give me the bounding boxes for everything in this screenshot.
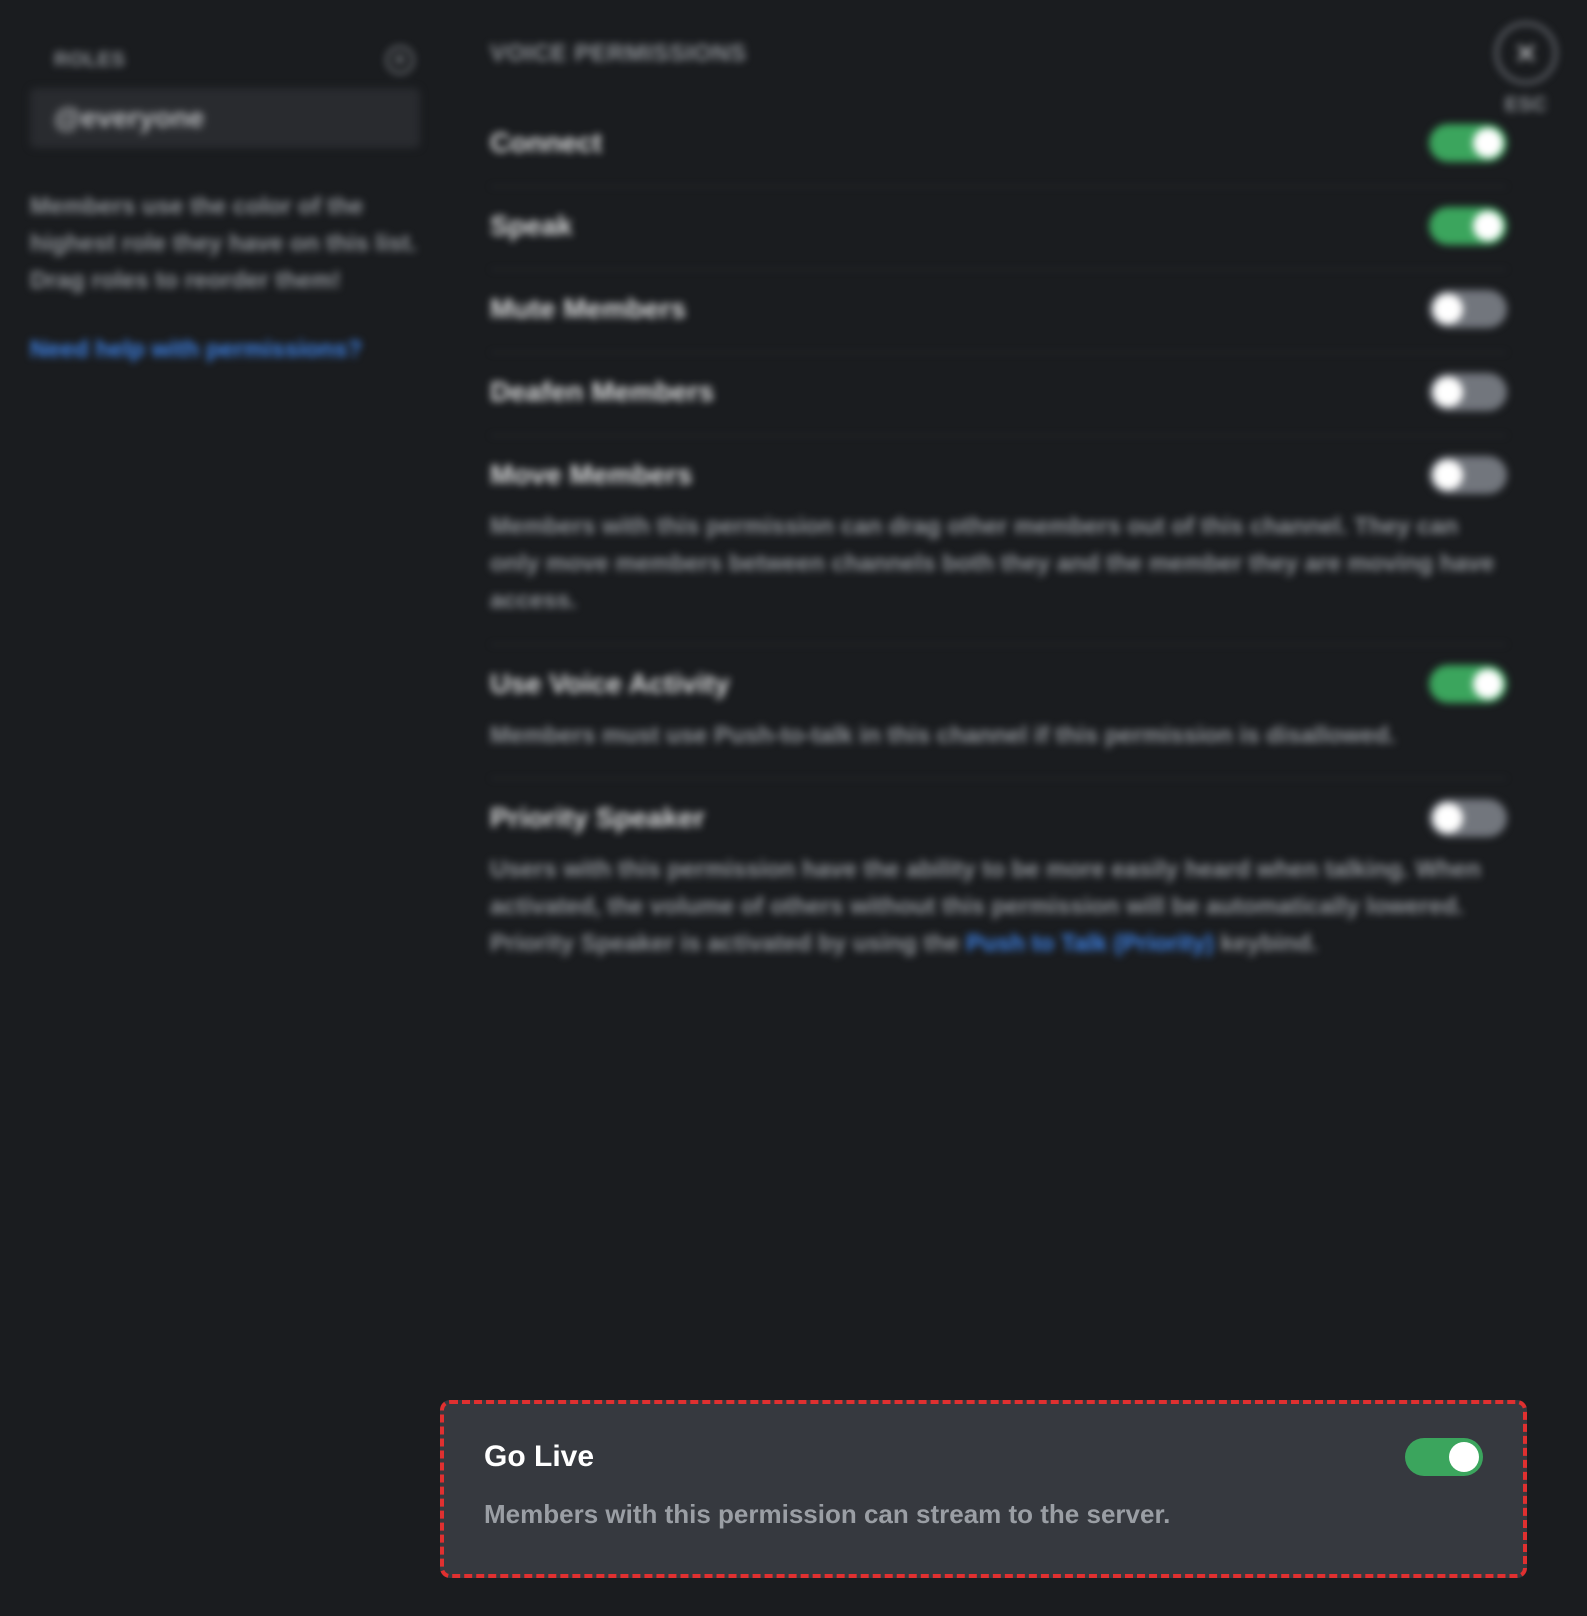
perm-go-live-title: Go Live (484, 1440, 594, 1474)
perm-use-voice-activity: Use Voice Activity Members must use Push… (490, 645, 1507, 779)
perm-deafen-members-title: Deafen Members (490, 376, 714, 408)
perm-mute-members: Mute Members (490, 270, 1507, 353)
perm-speak: Speak (490, 187, 1507, 270)
perm-use-voice-activity-title: Use Voice Activity (490, 668, 730, 700)
perm-deafen-members-toggle[interactable] (1429, 373, 1507, 411)
perm-move-members-title: Move Members (490, 459, 692, 491)
perm-move-members-desc: Members with this permission can drag ot… (490, 508, 1507, 620)
perm-use-voice-activity-toggle[interactable] (1429, 665, 1507, 703)
perm-move-members-toggle[interactable] (1429, 456, 1507, 494)
perm-priority-speaker-title: Priority Speaker (490, 802, 705, 834)
perm-connect-toggle[interactable] (1429, 124, 1507, 162)
perm-connect: Connect (490, 104, 1507, 187)
close-button[interactable] (1495, 22, 1557, 84)
roles-sidebar: ROLES + @everyone Members use the color … (0, 20, 450, 1616)
role-everyone[interactable]: @everyone (30, 88, 420, 148)
perm-speak-toggle[interactable] (1429, 207, 1507, 245)
perm-priority-speaker-desc: Users with this permission have the abil… (490, 851, 1507, 963)
perm-priority-speaker: Priority Speaker Users with this permiss… (490, 779, 1507, 987)
esc-label: ESC (1505, 94, 1548, 117)
perm-go-live-desc: Members with this permission can stream … (484, 1494, 1483, 1534)
close-button-group: ESC (1495, 22, 1557, 117)
perm-mute-members-toggle[interactable] (1429, 290, 1507, 328)
permissions-panel: VOICE PERMISSIONS Connect Speak Mute Mem… (450, 20, 1587, 1616)
perm-use-voice-activity-desc: Members must use Push-to-talk in this ch… (490, 717, 1507, 754)
perm-deafen-members: Deafen Members (490, 353, 1507, 436)
perm-speak-title: Speak (490, 210, 573, 242)
perm-go-live-toggle[interactable] (1405, 1438, 1483, 1476)
perm-connect-title: Connect (490, 127, 602, 159)
roles-sidebar-description: Members use the color of the highest rol… (30, 188, 420, 300)
permissions-help-link[interactable]: Need help with permissions? (30, 336, 420, 364)
voice-permissions-title: VOICE PERMISSIONS (490, 40, 1507, 68)
perm-go-live-highlight: Go Live Members with this permission can… (440, 1400, 1527, 1578)
perm-priority-speaker-desc-after: keybind. (1214, 930, 1318, 957)
push-to-talk-link[interactable]: Push to Talk (Priority) (966, 930, 1214, 957)
close-icon (1513, 40, 1539, 66)
roles-header-label: ROLES (54, 49, 125, 72)
add-role-icon[interactable]: + (386, 46, 414, 74)
perm-mute-members-title: Mute Members (490, 293, 686, 325)
perm-priority-speaker-toggle[interactable] (1429, 799, 1507, 837)
perm-move-members: Move Members Members with this permissio… (490, 436, 1507, 645)
role-everyone-label: @everyone (54, 102, 204, 133)
